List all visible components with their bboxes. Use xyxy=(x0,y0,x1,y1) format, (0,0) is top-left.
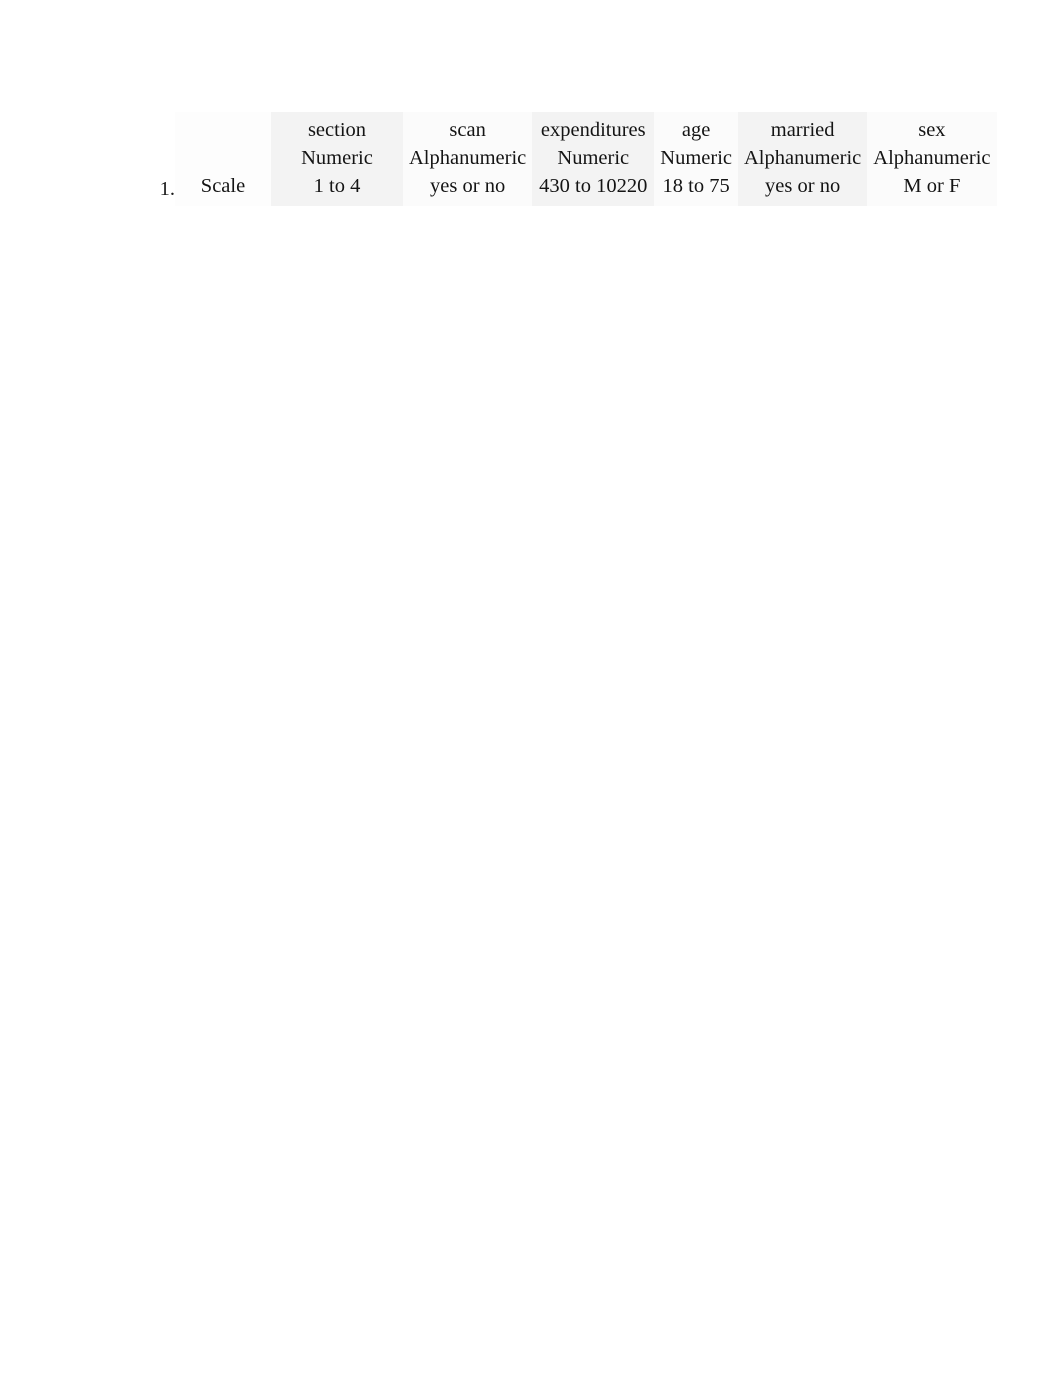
type-cell-scan: Alphanumeric xyxy=(403,145,533,173)
column-header-scan: scan xyxy=(403,112,533,145)
scale-cell-expenditures: 430 to 10220 xyxy=(532,173,655,206)
scale-cell-married: yes or no xyxy=(738,173,868,206)
type-cell-sex: Alphanumeric xyxy=(867,145,997,173)
table-row-variable-names: section scan expenditures age married se… xyxy=(175,112,997,145)
type-cell-expenditures: Numeric xyxy=(532,145,655,173)
scale-cell-section: 1 to 4 xyxy=(271,173,403,206)
variable-definition-table: section scan expenditures age married se… xyxy=(175,112,997,206)
corner-cell-middle xyxy=(175,145,271,173)
column-header-sex: sex xyxy=(867,112,997,145)
row-label-scale: Scale xyxy=(175,173,271,206)
table-row-data-types: Numeric Alphanumeric Numeric Numeric Alp… xyxy=(175,145,997,173)
document-page: 1. section scan expenditures age married… xyxy=(0,0,1062,1377)
table-row-scale: Scale 1 to 4 yes or no 430 to 10220 18 t… xyxy=(175,173,997,206)
type-cell-section: Numeric xyxy=(271,145,403,173)
column-header-expenditures: expenditures xyxy=(532,112,655,145)
column-header-section: section xyxy=(271,112,403,145)
scale-cell-scan: yes or no xyxy=(403,173,533,206)
type-cell-married: Alphanumeric xyxy=(738,145,868,173)
numbered-list-item: 1. section scan expenditures age married… xyxy=(0,112,1062,206)
list-item-number: 1. xyxy=(159,178,175,200)
corner-cell-top xyxy=(175,112,271,145)
scale-cell-sex: M or F xyxy=(867,173,997,206)
type-cell-age: Numeric xyxy=(654,145,738,173)
scale-cell-age: 18 to 75 xyxy=(654,173,738,206)
column-header-married: married xyxy=(738,112,868,145)
column-header-age: age xyxy=(654,112,738,145)
